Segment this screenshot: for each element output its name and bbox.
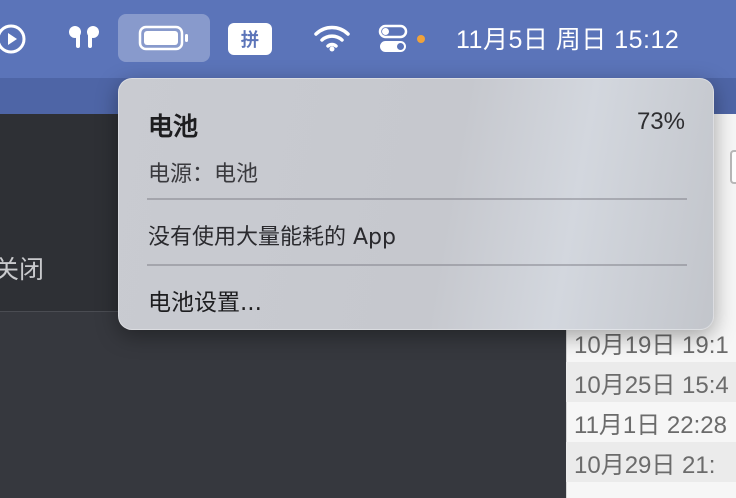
divider: [147, 198, 687, 200]
popover-title: 电池: [148, 112, 199, 141]
checkbox[interactable]: [730, 150, 736, 184]
battery-percentage: 73%: [636, 108, 685, 135]
list-item[interactable]: 10月29日 21:: [566, 442, 736, 482]
play-icon[interactable]: [0, 22, 28, 56]
date-list: 10月19日 19:1 10月25日 15:4 11月1日 22:28 10月2…: [566, 322, 736, 482]
battery-icon: [138, 25, 188, 51]
input-method-indicator[interactable]: 拼: [228, 23, 272, 55]
energy-apps-status: 没有使用大量能耗的 App: [148, 225, 396, 250]
menu-bar: 拼 11月5日 周日 15:12: [0, 0, 736, 78]
power-source-label: 电源：电池: [148, 162, 259, 187]
divider: [147, 264, 687, 266]
wifi-icon[interactable]: [312, 20, 352, 56]
close-label: 关闭: [0, 255, 45, 284]
control-center-icon[interactable]: [376, 20, 428, 58]
menubar-clock[interactable]: 11月5日 周日 15:12: [456, 20, 679, 56]
battery-popover: 电池 73% 电源：电池 没有使用大量能耗的 App 电池设置...: [118, 78, 714, 330]
battery-menu-button[interactable]: [118, 14, 210, 62]
list-item[interactable]: 10月25日 15:4: [566, 362, 736, 402]
airpods-icon[interactable]: [62, 20, 106, 56]
list-item[interactable]: 11月1日 22:28: [566, 402, 736, 442]
battery-settings-menu-item[interactable]: 电池设置...: [148, 283, 262, 317]
